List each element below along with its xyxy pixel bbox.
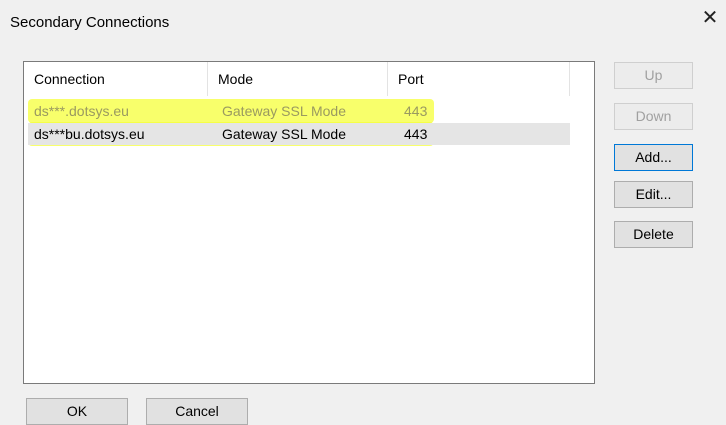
mode-cell: Gateway SSL Mode [222, 103, 346, 119]
list-item[interactable]: ds***.dotsys.eu Gateway SSL Mode 443 [28, 100, 570, 122]
delete-button[interactable]: Delete [614, 221, 693, 248]
ok-button[interactable]: OK [26, 398, 128, 425]
add-button[interactable]: Add... [614, 144, 693, 171]
column-header-mode[interactable]: Mode [208, 62, 388, 96]
port-cell: 443 [404, 126, 428, 142]
column-header-connection[interactable]: Connection [24, 62, 208, 96]
edit-button[interactable]: Edit... [614, 181, 693, 208]
connection-cell: ds***bu.dotsys.eu [34, 126, 145, 142]
cancel-button[interactable]: Cancel [146, 398, 248, 425]
list-item-selected[interactable]: ds***bu.dotsys.eu Gateway SSL Mode 443 [28, 123, 570, 145]
dialog-title: Secondary Connections [10, 14, 170, 31]
close-icon[interactable]: ✕ [700, 8, 720, 28]
port-cell: 443 [404, 103, 428, 119]
column-header-port[interactable]: Port [388, 62, 570, 96]
connections-list[interactable]: Connection Mode Port ds***.dotsys.eu Gat… [23, 61, 595, 384]
down-button[interactable]: Down [614, 103, 693, 130]
connection-cell: ds***.dotsys.eu [34, 103, 129, 119]
mode-cell: Gateway SSL Mode [222, 126, 346, 142]
up-button[interactable]: Up [614, 62, 693, 89]
list-header: Connection Mode Port [24, 62, 570, 96]
